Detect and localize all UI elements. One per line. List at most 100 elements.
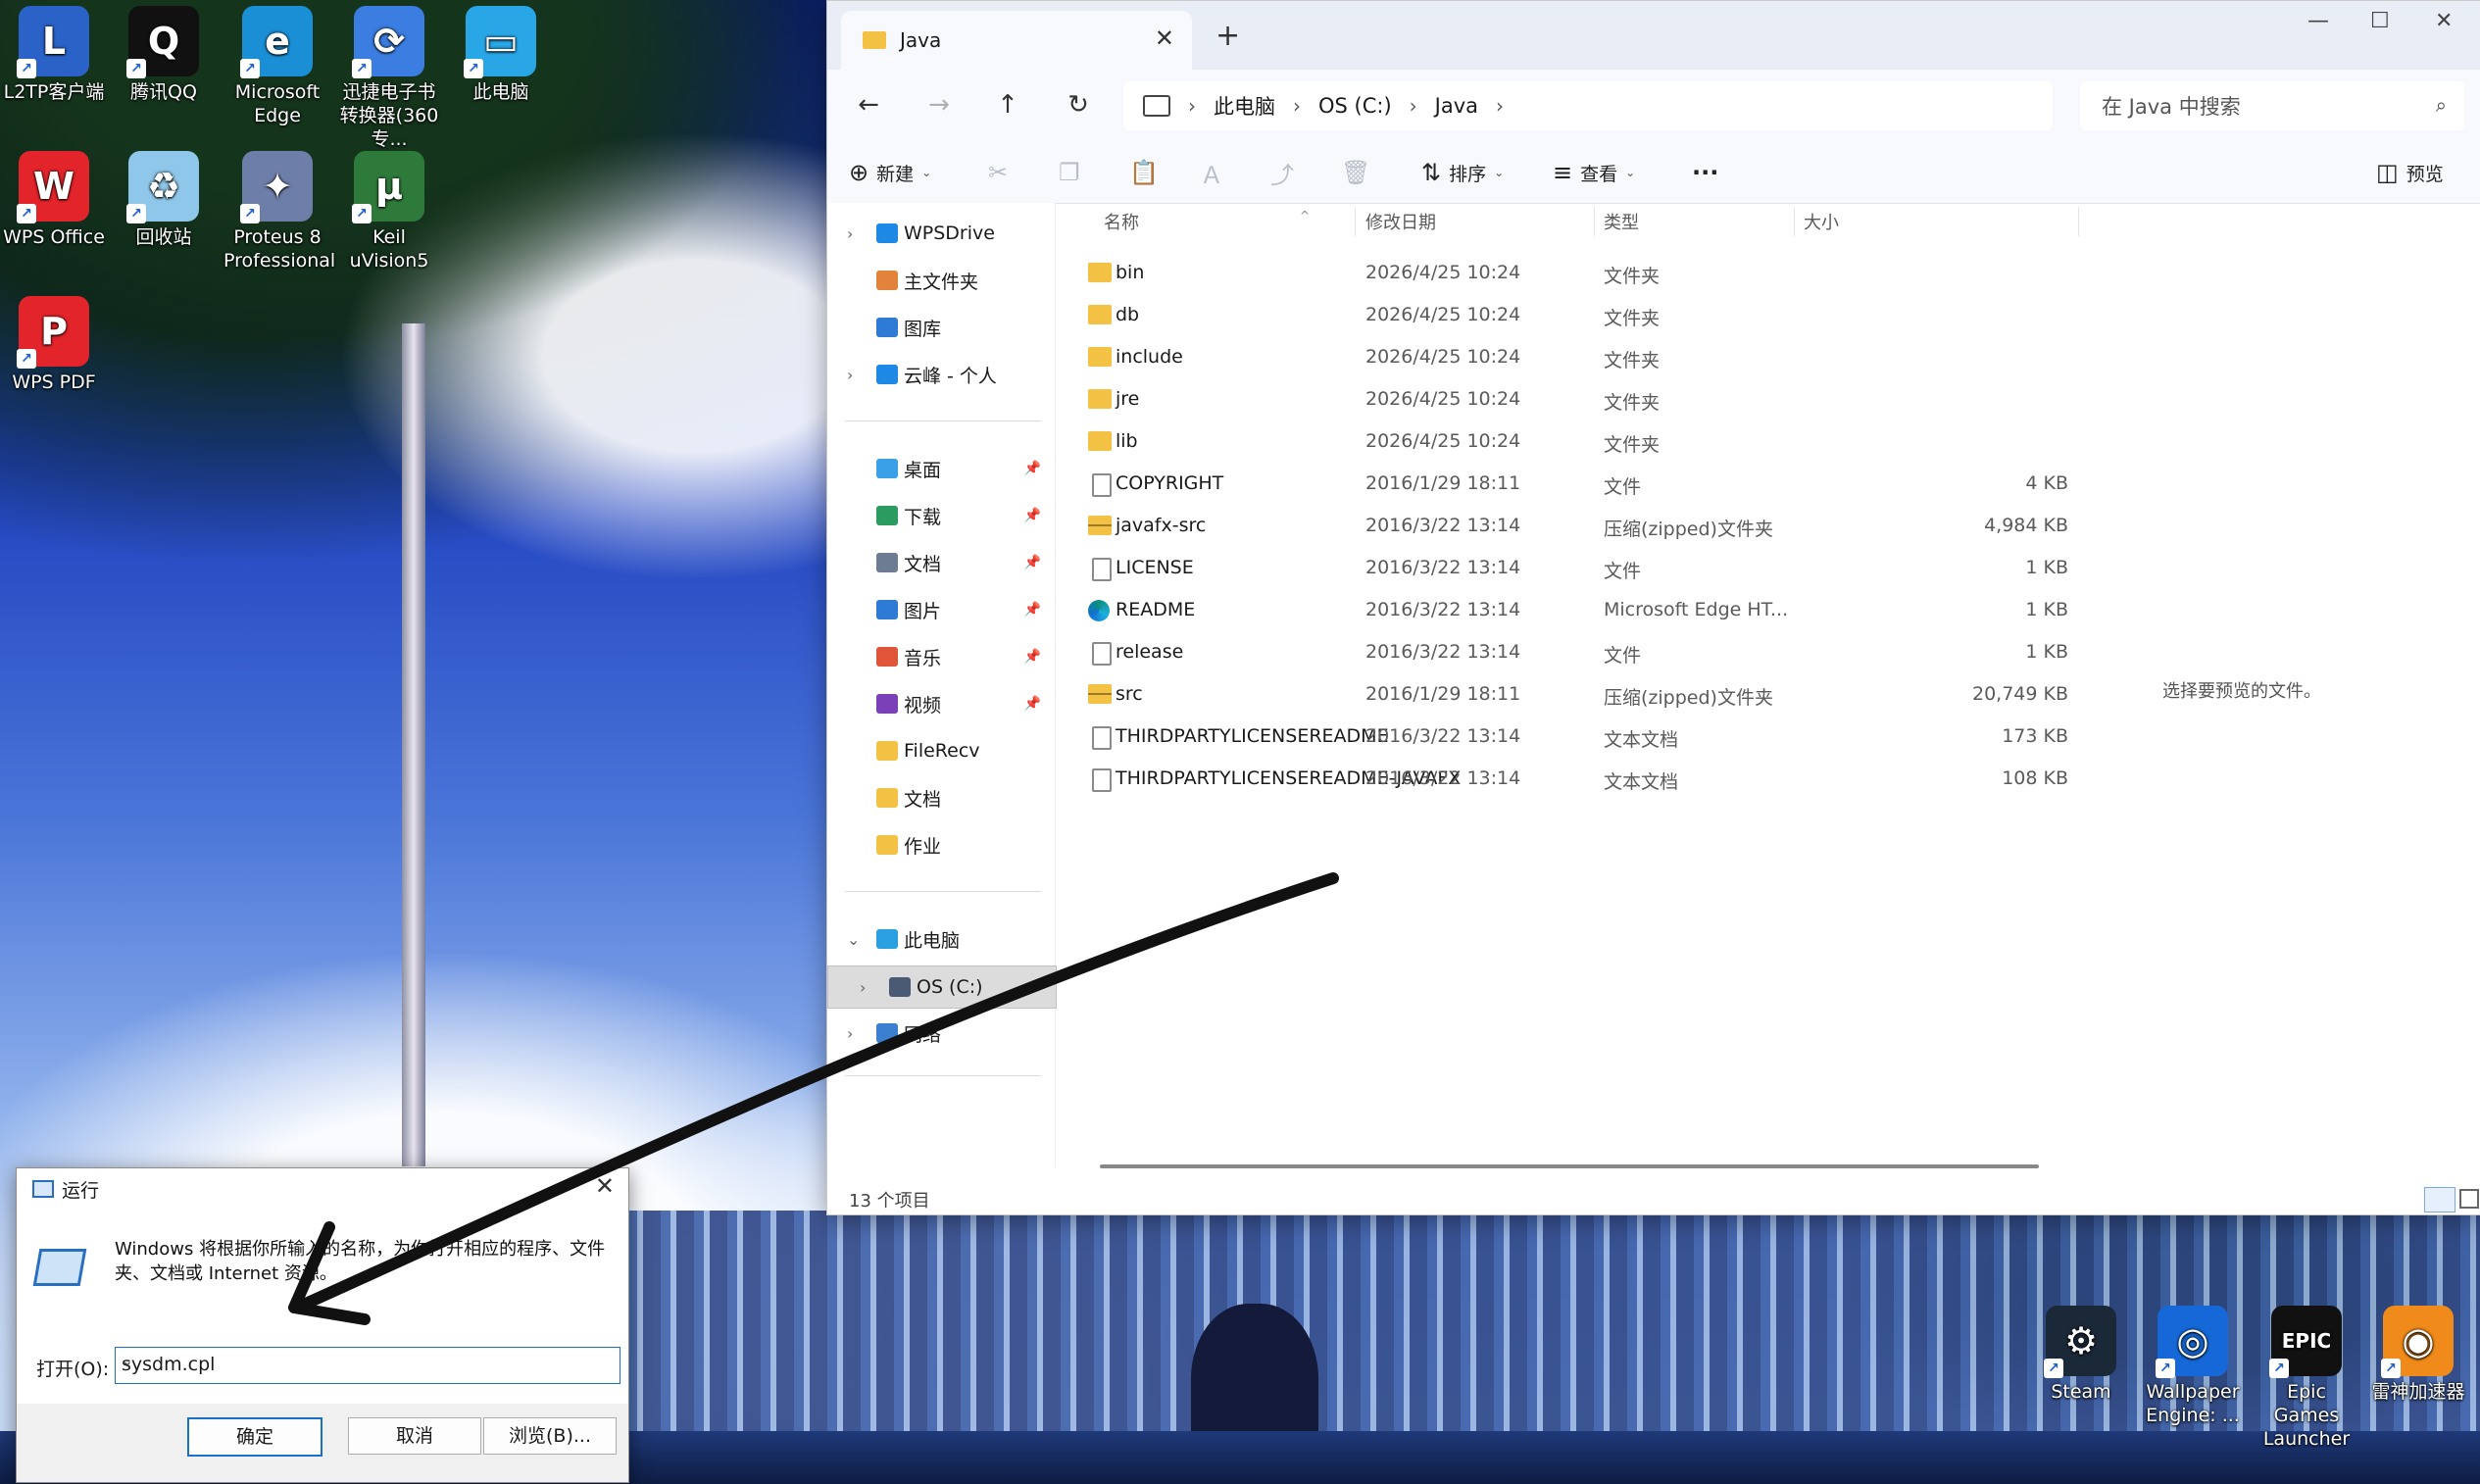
chevron-right-icon[interactable]: › [1496,94,1504,118]
cut-icon[interactable]: ✂ [988,142,1008,203]
maximize-button[interactable]: ☐ [2370,9,2390,33]
column-header-size[interactable]: 大小 [1804,203,1839,240]
up-button[interactable]: ↑ [986,83,1029,126]
sidebar-item[interactable]: 图库 [827,307,1055,348]
desktop-icon[interactable]: L ↗ L2TP客户端 [0,0,108,104]
pin-icon[interactable]: 📌 [1024,461,1041,476]
rename-icon[interactable]: Ａ [1200,142,1223,203]
pin-icon[interactable]: 📌 [1024,555,1041,570]
sidebar-item[interactable]: 文档 [827,777,1055,818]
sort-button[interactable]: ⇅ 排序 ⌄ [1421,142,1504,203]
sidebar-item[interactable]: › 云峰 - 个人 [827,354,1055,395]
browse-button[interactable]: 浏览(B)... [483,1417,617,1455]
desktop-icon[interactable]: Q ↗ 腾讯QQ [110,0,218,104]
sidebar-item[interactable]: ⌄ 此电脑 [827,918,1055,960]
desktop-icon[interactable]: W ↗ WPS Office [0,145,108,249]
new-button[interactable]: ⊕ 新建 ⌄ [849,142,931,203]
pin-icon[interactable]: 📌 [1024,602,1041,618]
column-divider[interactable] [1594,207,1595,236]
desktop-icon[interactable]: P ↗ WPS PDF [0,290,108,394]
expand-chevron-icon[interactable]: › [847,224,853,243]
share-icon[interactable]: ⤴ [1270,142,1294,203]
copy-icon[interactable]: ❐ [1059,142,1080,203]
sidebar-item[interactable]: 视频 📌 [827,683,1055,724]
sidebar-item[interactable]: 下载 📌 [827,495,1055,536]
desktop-icon[interactable]: ◎ ↗ Wallpaper Engine: ... [2139,1300,2247,1427]
sidebar-item[interactable]: FileRecv [827,730,1055,771]
edge-file-icon [1088,600,1110,621]
desktop-icon[interactable]: EPIC ↗ Epic Games Launcher [2253,1300,2360,1451]
sidebar-item[interactable]: › WPSDrive [827,213,1055,254]
file-row[interactable]: THIRDPARTYLICENSEREADME-JAVAFX 2016/3/22 … [1059,758,2080,800]
delete-icon[interactable]: 🗑 [1341,142,1370,203]
file-row[interactable]: db 2026/4/25 10:24 文件夹 [1059,294,2080,336]
tiles-view-icon[interactable] [2459,1189,2479,1209]
file-row[interactable]: bin 2026/4/25 10:24 文件夹 [1059,252,2080,294]
expand-chevron-icon[interactable]: › [847,366,853,384]
paste-icon[interactable]: 📋 [1129,142,1159,203]
file-row[interactable]: javafx-src 2016/3/22 13:14 压缩(zipped)文件夹 4,… [1059,505,2080,547]
close-button[interactable]: ✕ [2435,9,2453,33]
breadcrumb-java[interactable]: Java [1435,94,1478,118]
pin-icon[interactable]: 📌 [1024,696,1041,712]
file-row[interactable]: THIRDPARTYLICENSEREADME 2016/3/22 13:14 文本… [1059,716,2080,758]
preview-pane-button[interactable]: ◫ 预览 [2376,142,2444,203]
expand-chevron-icon[interactable]: › [860,978,866,997]
view-button[interactable]: ≡ 查看 ⌄ [1553,142,1635,203]
file-row[interactable]: src 2016/1/29 18:11 压缩(zipped)文件夹 20,749 KB [1059,673,2080,716]
file-row[interactable]: README 2016/3/22 13:14 Microsoft Edge HT..… [1059,589,2080,631]
forward-button[interactable]: → [918,83,961,126]
pin-icon[interactable]: 📌 [1024,649,1041,665]
breadcrumb-this-pc[interactable]: 此电脑 [1214,91,1275,121]
horizontal-scrollbar[interactable] [1100,1164,2039,1168]
sidebar-item[interactable]: 文档 📌 [827,542,1055,583]
sidebar-item[interactable]: › OS (C:) [827,965,1057,1009]
more-options-button[interactable]: ··· [1692,142,1718,203]
details-view-icon[interactable] [2424,1187,2455,1212]
file-type: 压缩(zipped)文件夹 [1604,519,1773,540]
desktop-icon[interactable]: ♻ ↗ 回收站 [110,145,218,249]
refresh-button[interactable]: ↻ [1057,83,1100,126]
sidebar-item[interactable]: 作业 [827,824,1055,866]
tab-java[interactable]: Java ✕ [841,11,1192,70]
column-header-type[interactable]: 类型 [1604,203,1639,240]
desktop-icon[interactable]: e ↗ Microsoft Edge [223,0,331,127]
column-divider[interactable] [1355,207,1356,236]
close-icon[interactable]: ✕ [595,1172,615,1200]
file-row[interactable]: jre 2026/4/25 10:24 文件夹 [1059,378,2080,420]
expand-chevron-icon[interactable]: › [847,1024,853,1043]
pin-icon[interactable]: 📌 [1024,508,1041,523]
ok-button[interactable]: 确定 [187,1417,322,1457]
file-row[interactable]: release 2016/3/22 13:14 文件 1 KB [1059,631,2080,673]
cancel-button[interactable]: 取消 [348,1417,481,1455]
search-input[interactable]: 在 Java 中搜索 ⌕ [2080,81,2464,130]
file-row[interactable]: include 2026/4/25 10:24 文件夹 [1059,336,2080,378]
sidebar-item[interactable]: 主文件夹 [827,260,1055,301]
desktop-icon[interactable]: ⟳ ↗ 迅捷电子书转换器(360专... [335,0,443,151]
minimize-button[interactable]: — [2307,9,2329,33]
sidebar-item[interactable]: 桌面 📌 [827,448,1055,489]
sidebar-item[interactable]: 图片 📌 [827,589,1055,630]
back-button[interactable]: ← [847,83,890,126]
desktop-icon[interactable]: ▭ ↗ 此电脑 [447,0,555,104]
close-tab-icon[interactable]: ✕ [1155,25,1174,52]
run-command-input[interactable]: sysdm.cpl ⌄ [115,1347,620,1384]
sidebar-item[interactable]: › 网络 [827,1013,1055,1054]
chevron-down-icon[interactable]: ⌄ [122,1354,612,1369]
desktop-icon[interactable]: ⚙ ↗ Steam [2027,1300,2135,1404]
file-row[interactable]: lib 2026/4/25 10:24 文件夹 [1059,420,2080,463]
expand-chevron-icon[interactable]: ⌄ [847,930,860,949]
desktop-icon[interactable]: μ ↗ Keil uVision5 [335,145,443,272]
file-row[interactable]: COPYRIGHT 2016/1/29 18:11 文件 4 KB [1059,463,2080,505]
column-divider[interactable] [1794,207,1795,236]
breadcrumb-os-c[interactable]: OS (C:) [1318,94,1392,118]
desktop-icon[interactable]: ◉ ↗ 雷神加速器 [2364,1300,2472,1404]
desktop-icon[interactable]: ✦ ↗ Proteus 8 Professional [223,145,335,272]
column-header-name[interactable]: 名称 [1104,203,1139,240]
sidebar-item[interactable]: 音乐 📌 [827,636,1055,677]
column-divider[interactable] [2078,207,2079,236]
file-row[interactable]: LICENSE 2016/3/22 13:14 文件 1 KB [1059,547,2080,589]
new-tab-button[interactable]: + [1215,19,1240,53]
column-header-date[interactable]: 修改日期 [1365,203,1436,240]
address-bar[interactable]: › 此电脑 › OS (C:) › Java › [1123,81,2053,130]
